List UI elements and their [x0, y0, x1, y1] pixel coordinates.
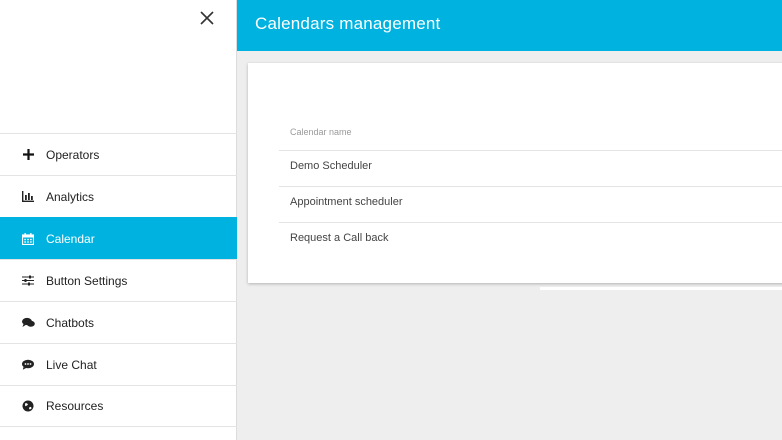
page-title: Calendars management — [255, 14, 441, 33]
calendar-name-cell: Appointment scheduler — [290, 196, 403, 208]
comments-icon — [21, 316, 35, 330]
sidebar-item-label: Resources — [46, 399, 104, 413]
table-row[interactable]: Request a Call back — [279, 222, 782, 258]
close-icon[interactable] — [196, 8, 218, 30]
calendars-card: Calendar name Demo Scheduler Appointment… — [248, 63, 782, 283]
calendar-icon — [21, 232, 35, 246]
bar-chart-icon — [21, 190, 35, 204]
card-underlay — [540, 287, 782, 290]
column-header-calendar-name: Calendar name — [290, 127, 352, 137]
sidebar-item-label: Analytics — [46, 189, 95, 204]
sidebar: Operators Analytics Calendar Button Sett… — [0, 0, 237, 440]
globe-icon — [21, 399, 35, 413]
comment-dots-icon — [21, 358, 35, 372]
sidebar-item-resources[interactable]: Resources — [0, 385, 237, 427]
sidebar-item-live-chat[interactable]: Live Chat — [0, 343, 237, 385]
sidebar-item-operators[interactable]: Operators — [0, 133, 237, 175]
sidebar-item-label: Chatbots — [46, 315, 95, 330]
sidebar-item-label: Button Settings — [46, 273, 128, 288]
page-header: Calendars management — [237, 0, 782, 51]
sidebar-item-button-settings[interactable]: Button Settings — [0, 259, 237, 301]
calendar-name-cell: Demo Scheduler — [290, 160, 372, 172]
sidebar-item-label: Calendar — [46, 231, 95, 246]
sidebar-menu: Operators Analytics Calendar Button Sett… — [0, 133, 237, 427]
sliders-icon — [21, 274, 35, 288]
sidebar-item-calendar[interactable]: Calendar — [0, 217, 237, 259]
sidebar-item-label: Live Chat — [46, 357, 97, 372]
table-row[interactable]: Appointment scheduler — [279, 186, 782, 222]
sidebar-item-chatbots[interactable]: Chatbots — [0, 301, 237, 343]
plus-icon — [21, 148, 35, 162]
table-row[interactable]: Demo Scheduler — [279, 150, 782, 186]
calendar-name-cell: Request a Call back — [290, 232, 389, 244]
sidebar-item-label: Operators — [46, 147, 100, 162]
sidebar-item-analytics[interactable]: Analytics — [0, 175, 237, 217]
